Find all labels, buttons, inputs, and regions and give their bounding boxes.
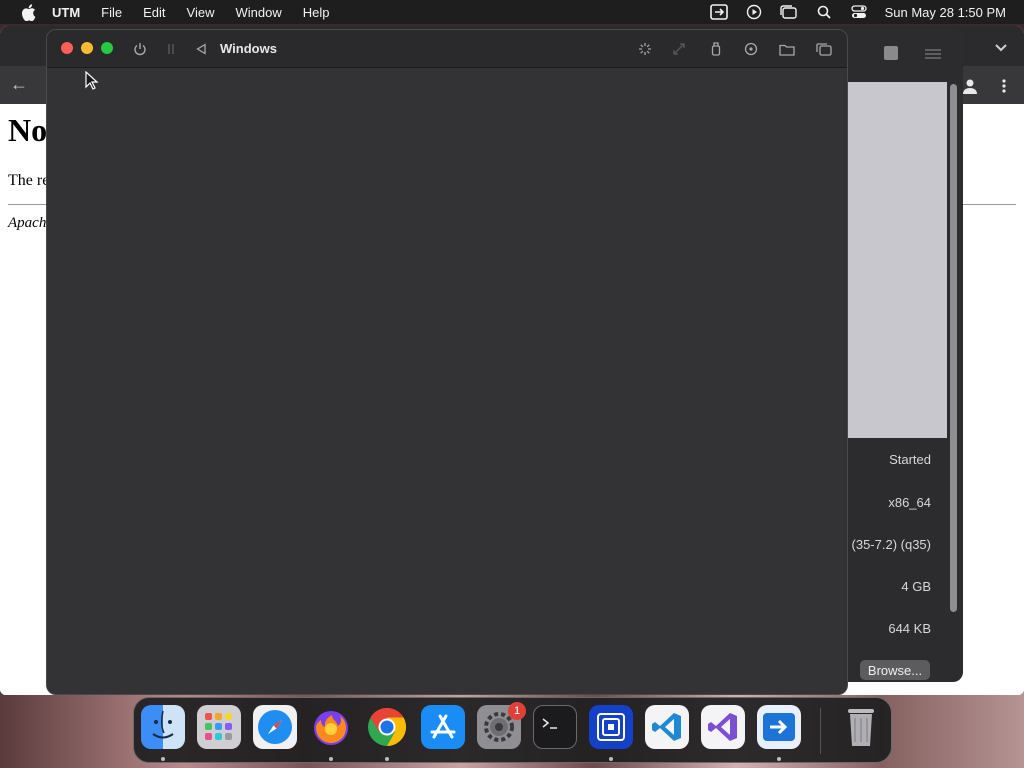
vm-window: Windows	[46, 29, 848, 695]
stop-icon[interactable]	[884, 46, 898, 60]
minimize-button[interactable]	[81, 42, 93, 54]
dock: 1	[133, 697, 892, 763]
settings-sliders-icon[interactable]	[924, 48, 942, 60]
remote-desktop-icon[interactable]	[589, 705, 633, 749]
shared-folder-icon[interactable]	[779, 41, 795, 57]
menu-app-name[interactable]: UTM	[52, 5, 80, 20]
spotlight-search-icon[interactable]	[815, 4, 833, 20]
utm-app-icon[interactable]	[757, 705, 801, 749]
safari-icon[interactable]	[253, 705, 297, 749]
window-stack-icon[interactable]	[779, 4, 798, 20]
vm-titlebar: Windows	[47, 30, 847, 68]
menu-clock[interactable]: Sun May 28 1:50 PM	[885, 5, 1006, 20]
menu-view[interactable]: View	[187, 5, 215, 20]
control-center-icon[interactable]	[850, 4, 868, 20]
vm-preview-pane	[848, 82, 947, 438]
terminal-icon[interactable]	[533, 705, 577, 749]
menu-bar: UTM File Edit View Window Help Sun May 2…	[0, 0, 1024, 24]
zoom-button[interactable]	[101, 42, 113, 54]
vm-display[interactable]	[47, 69, 847, 694]
launchpad-icon[interactable]	[197, 705, 241, 749]
power-icon[interactable]	[132, 41, 148, 57]
vm-machine-value: (35-7.2) (q35)	[851, 537, 931, 552]
vm-status-value: Started	[889, 452, 931, 467]
vm-memory-value: 4 GB	[901, 579, 931, 594]
vm-architecture-value: x86_64	[888, 495, 931, 510]
resize-icon[interactable]	[671, 41, 687, 57]
dock-separator	[820, 708, 821, 754]
utm-status-icon[interactable]	[709, 4, 728, 20]
server-signature: Apach	[8, 215, 47, 231]
browse-button[interactable]: Browse...	[860, 660, 930, 680]
profile-icon[interactable]	[962, 78, 978, 94]
menu-window[interactable]: Window	[235, 5, 281, 20]
menu-edit[interactable]: Edit	[143, 5, 165, 20]
vm-title: Windows	[220, 41, 277, 56]
drive-icon[interactable]	[743, 41, 759, 57]
settings-notification-badge: 1	[508, 702, 526, 720]
menu-help[interactable]: Help	[303, 5, 330, 20]
visual-studio-code-icon[interactable]	[645, 705, 689, 749]
display-icon[interactable]	[637, 41, 653, 57]
chevron-down-icon[interactable]	[994, 40, 1008, 54]
visual-studio-icon[interactable]	[701, 705, 745, 749]
finder-icon[interactable]	[141, 705, 185, 749]
trash-icon[interactable]	[839, 705, 883, 749]
page-heading: No	[8, 112, 48, 148]
play-circle-icon[interactable]	[745, 4, 763, 20]
pause-icon[interactable]	[163, 41, 179, 57]
more-menu-icon[interactable]	[1000, 78, 1008, 94]
scrollbar[interactable]	[950, 84, 957, 612]
apple-menu-icon[interactable]	[18, 2, 38, 22]
google-chrome-icon[interactable]	[365, 705, 409, 749]
usb-icon[interactable]	[708, 41, 724, 57]
menu-file[interactable]: File	[101, 5, 122, 20]
vm-size-value: 644 KB	[888, 621, 931, 636]
app-store-icon[interactable]	[421, 705, 465, 749]
back-arrow-icon[interactable]: ←	[10, 74, 28, 95]
windows-icon[interactable]	[816, 41, 832, 57]
close-button[interactable]	[61, 42, 73, 54]
back-icon[interactable]	[193, 41, 209, 57]
page-paragraph: The re	[8, 172, 50, 189]
firefox-icon[interactable]	[309, 705, 353, 749]
mouse-cursor-icon	[85, 71, 99, 90]
